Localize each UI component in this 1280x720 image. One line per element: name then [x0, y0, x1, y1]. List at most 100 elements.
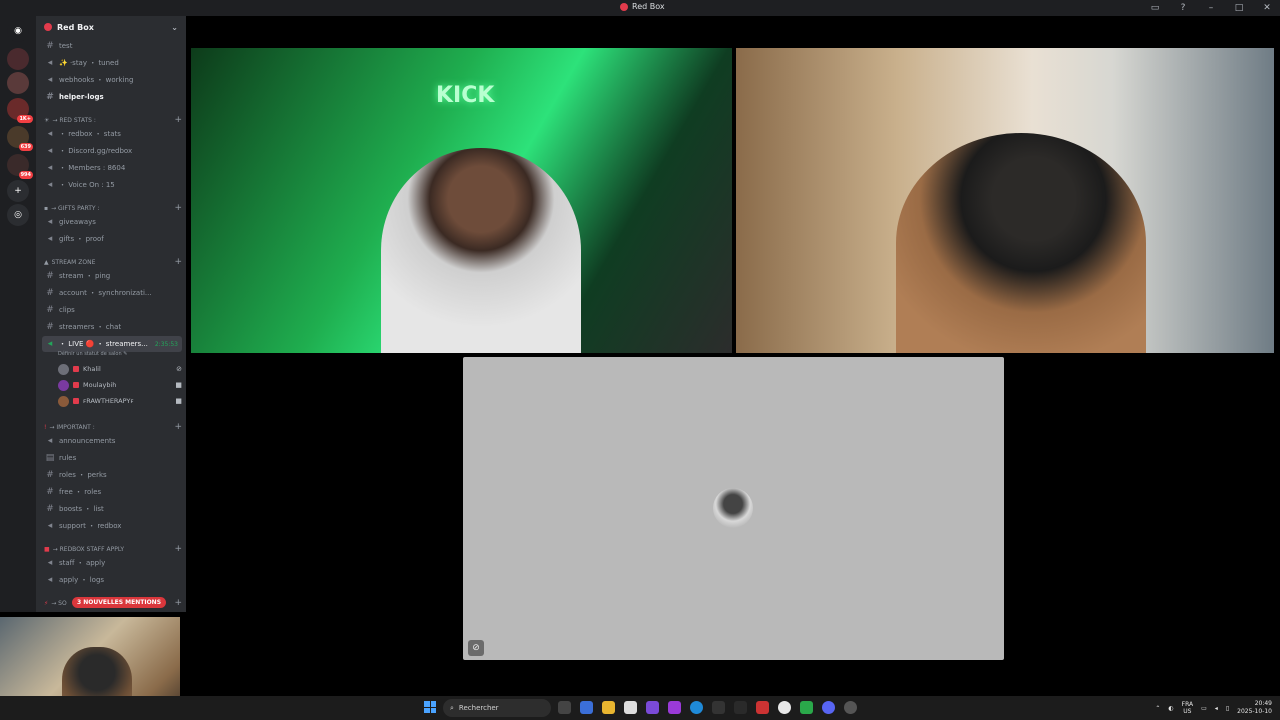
- edge-icon[interactable]: [690, 701, 703, 714]
- channel-item[interactable]: # stream ・ ping: [42, 268, 182, 284]
- new-mentions-pill[interactable]: 3 NOUVELLES MENTIONS: [72, 597, 167, 608]
- video-tile-2[interactable]: [736, 48, 1274, 353]
- server-header[interactable]: Red Box ⌄: [36, 16, 186, 38]
- language-indicator[interactable]: FRA US: [1182, 701, 1193, 715]
- announce-icon: ◂: [47, 217, 53, 227]
- copilot-icon[interactable]: [580, 701, 593, 714]
- channel-item[interactable]: ◂ apply ・ logs: [42, 572, 182, 588]
- chevron-up-icon[interactable]: ⌃: [1155, 705, 1160, 712]
- volume-icon[interactable]: ◂: [1215, 705, 1218, 712]
- voice-user[interactable]: Khalil ⊘: [58, 362, 182, 376]
- plus-icon[interactable]: +: [174, 598, 182, 608]
- server-icon[interactable]: 994: [7, 154, 33, 179]
- mic-icon[interactable]: ◐: [1168, 705, 1173, 712]
- server-icon[interactable]: 639: [7, 126, 33, 151]
- channel-item[interactable]: ◂ ・ redbox ・ stats: [42, 126, 182, 142]
- windows-start-icon[interactable]: [424, 701, 436, 713]
- channel-item[interactable]: ◂ ・ Discord.gg/redbox: [42, 143, 182, 159]
- discord-home-icon[interactable]: ◉: [7, 20, 29, 42]
- task-view-icon[interactable]: [558, 701, 571, 714]
- app-icon[interactable]: [756, 701, 769, 714]
- role-badge-icon: [73, 366, 79, 372]
- people-icon: ◂: [47, 163, 53, 173]
- channel-item[interactable]: ▤ rules: [42, 450, 182, 466]
- channel-status[interactable]: Définir un statut de salon ✎: [58, 351, 127, 357]
- channel-item[interactable]: ◂ giveaways: [42, 214, 182, 230]
- app-icon[interactable]: [734, 701, 747, 714]
- mention-badge: 1K+: [17, 115, 33, 123]
- avatar: [58, 395, 69, 407]
- clock[interactable]: 20:49 2025-10-10: [1237, 700, 1272, 716]
- channel-item[interactable]: ◂ announcements: [42, 433, 182, 449]
- chevron-down-icon: ⌄: [171, 22, 178, 32]
- network-icon[interactable]: ▭: [1201, 705, 1207, 712]
- notepad-icon[interactable]: [624, 701, 637, 714]
- announce-icon: ◂: [47, 234, 53, 244]
- close-button[interactable]: ✕: [1260, 3, 1274, 13]
- channel-item[interactable]: # account ・ synchronizati...: [42, 285, 182, 301]
- announce-icon: ◂: [47, 58, 53, 68]
- video-tile-3[interactable]: ⊘: [463, 357, 1004, 660]
- app-icon[interactable]: [712, 701, 725, 714]
- taskbar-search[interactable]: ⌕ Rechercher: [443, 699, 551, 717]
- announce-icon: ◂: [47, 436, 53, 446]
- category-stream-zone[interactable]: ▲ STREAM ZONE +: [44, 256, 182, 268]
- help-icon[interactable]: ?: [1176, 3, 1190, 13]
- file-explorer-icon[interactable]: [602, 701, 615, 714]
- add-server-icon[interactable]: +: [7, 180, 29, 202]
- channel-item[interactable]: ◂ ✨ ·stay ・ tuned: [42, 55, 182, 71]
- channel-item[interactable]: ◂ staff ・ apply: [42, 555, 182, 571]
- channel-item[interactable]: # clips: [42, 302, 182, 318]
- plus-icon[interactable]: +: [174, 257, 182, 267]
- channel-item[interactable]: ◂ gifts ・ proof: [42, 231, 182, 247]
- camera-icon: ■: [175, 397, 182, 405]
- category-important[interactable]: ! → IMPORTANT : +: [44, 421, 182, 433]
- app-icon[interactable]: [844, 701, 857, 714]
- server-icon[interactable]: 1K+: [7, 98, 33, 123]
- minimize-button[interactable]: –: [1204, 3, 1218, 13]
- plus-icon[interactable]: +: [174, 544, 182, 554]
- app-icon[interactable]: [800, 701, 813, 714]
- explore-icon[interactable]: ◎: [7, 204, 29, 226]
- channel-item[interactable]: ◂ ・ Members : 8604: [42, 160, 182, 176]
- category-red-stats[interactable]: ☀ → Red Stats : +: [44, 114, 182, 126]
- plus-icon[interactable]: +: [174, 203, 182, 213]
- app-icon[interactable]: [646, 701, 659, 714]
- video-tile-1[interactable]: KICK: [191, 48, 732, 353]
- inbox-icon[interactable]: ▭: [1148, 3, 1162, 13]
- role-badge-icon: [73, 398, 79, 404]
- server-name: Red Box: [57, 22, 94, 32]
- app-icon[interactable]: [668, 701, 681, 714]
- channel-item[interactable]: ◂ webhooks ・ working: [42, 72, 182, 88]
- chrome-icon[interactable]: [778, 701, 791, 714]
- channel-sidebar: Red Box ⌄ # test ◂ ✨ ·stay ・ tuned ◂ webhoo…: [36, 16, 186, 612]
- video-person: [896, 133, 1146, 353]
- live-voice-channel[interactable]: ◂ ・ LIVE 🔴 ・ streamers... 2:35:53: [42, 336, 182, 352]
- channel-item[interactable]: # boosts ・ list: [42, 501, 182, 517]
- channel-item[interactable]: # streamers ・ chat: [42, 319, 182, 335]
- video-person: [381, 148, 581, 353]
- hash-icon: #: [46, 470, 54, 480]
- channel-item[interactable]: ◂ ・ Voice On : 15: [42, 177, 182, 193]
- plus-icon[interactable]: +: [174, 422, 182, 432]
- discord-icon[interactable]: [822, 701, 835, 714]
- role-badge-icon: [73, 382, 79, 388]
- category-gifts[interactable]: ▪ → GIFTS PARTY : +: [44, 202, 182, 214]
- server-icon[interactable]: [7, 48, 29, 70]
- battery-icon[interactable]: ▯: [1226, 705, 1229, 712]
- channel-item[interactable]: # test: [42, 38, 182, 54]
- announce-icon: ◂: [47, 129, 53, 139]
- gift-icon: ▪: [44, 204, 49, 212]
- category-staff-apply[interactable]: ■ → REDBOX STAFF APPLY +: [44, 543, 182, 555]
- server-icon[interactable]: [7, 72, 29, 94]
- avatar: [58, 363, 69, 375]
- voice-user[interactable]: ꜰRAWTHERAPYꜰ ■: [58, 394, 182, 408]
- channel-item[interactable]: # roles ・ perks: [42, 467, 182, 483]
- plus-icon[interactable]: +: [174, 115, 182, 125]
- channel-item[interactable]: ◂ support ・ redbox: [42, 518, 182, 534]
- channel-item[interactable]: # helper-logs: [42, 89, 182, 105]
- channel-item[interactable]: # free ・ roles: [42, 484, 182, 500]
- maximize-button[interactable]: □: [1232, 3, 1246, 13]
- announce-icon: ◂: [47, 521, 53, 531]
- voice-user[interactable]: Moulaybih ■: [58, 378, 182, 392]
